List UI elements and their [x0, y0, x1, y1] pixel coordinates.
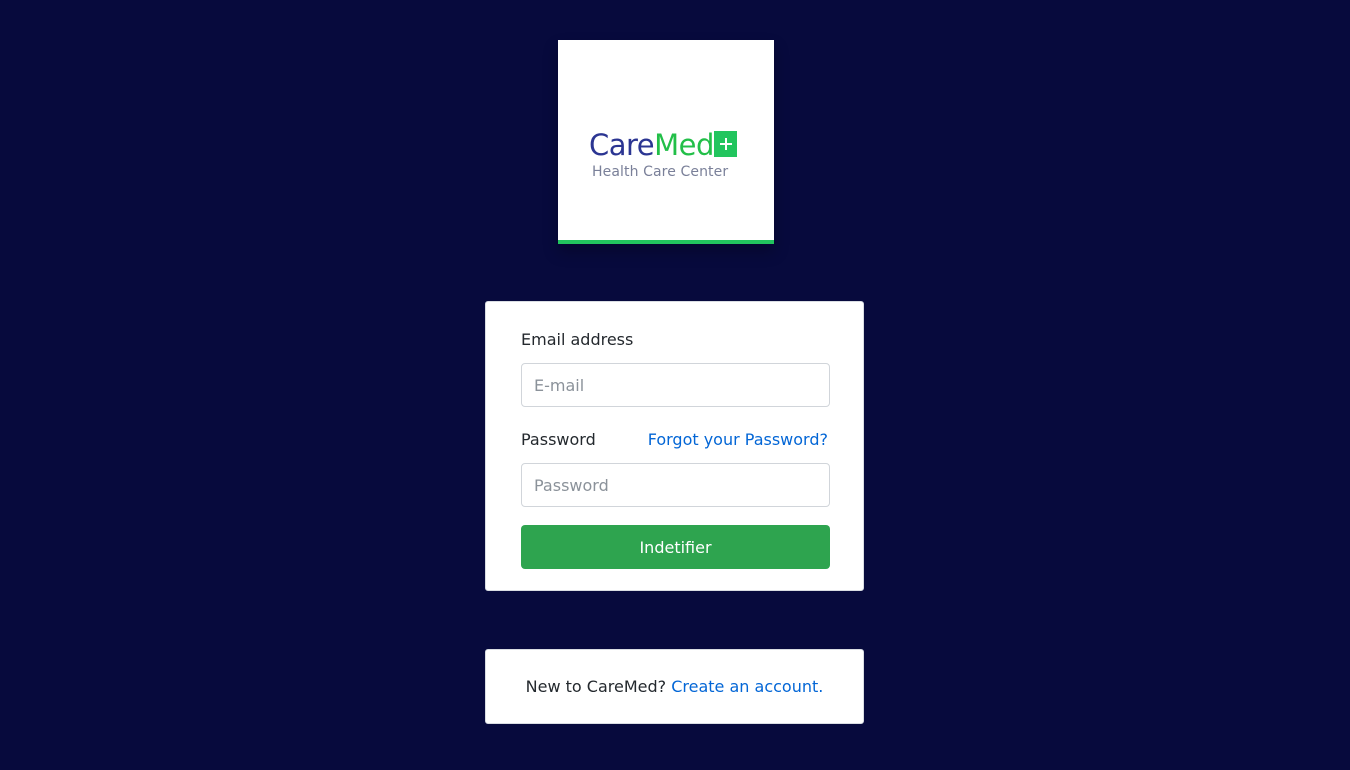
- brand-wordmark-med: Med: [654, 128, 714, 162]
- plus-icon: [714, 131, 737, 157]
- signup-prompt: New to CareMed?: [525, 677, 667, 696]
- login-form: Email address Password Forgot your Passw…: [485, 301, 864, 591]
- signup-card: New to CareMed? Create an account.: [485, 649, 864, 724]
- password-input[interactable]: [521, 463, 830, 507]
- forgot-password-link[interactable]: Forgot your Password?: [648, 430, 828, 449]
- brand-wordmark: CareMed: [589, 128, 714, 162]
- email-label: Email address: [521, 330, 634, 349]
- brand-wordmark-care: Care: [589, 128, 655, 162]
- create-account-link[interactable]: Create an account.: [671, 677, 823, 696]
- brand-tagline: Health Care Center: [592, 164, 729, 180]
- email-input[interactable]: [521, 363, 830, 407]
- password-label: Password: [521, 430, 596, 449]
- sign-in-button[interactable]: Indetifier: [521, 525, 830, 569]
- logo-card: CareMed Health Care Center: [558, 40, 774, 244]
